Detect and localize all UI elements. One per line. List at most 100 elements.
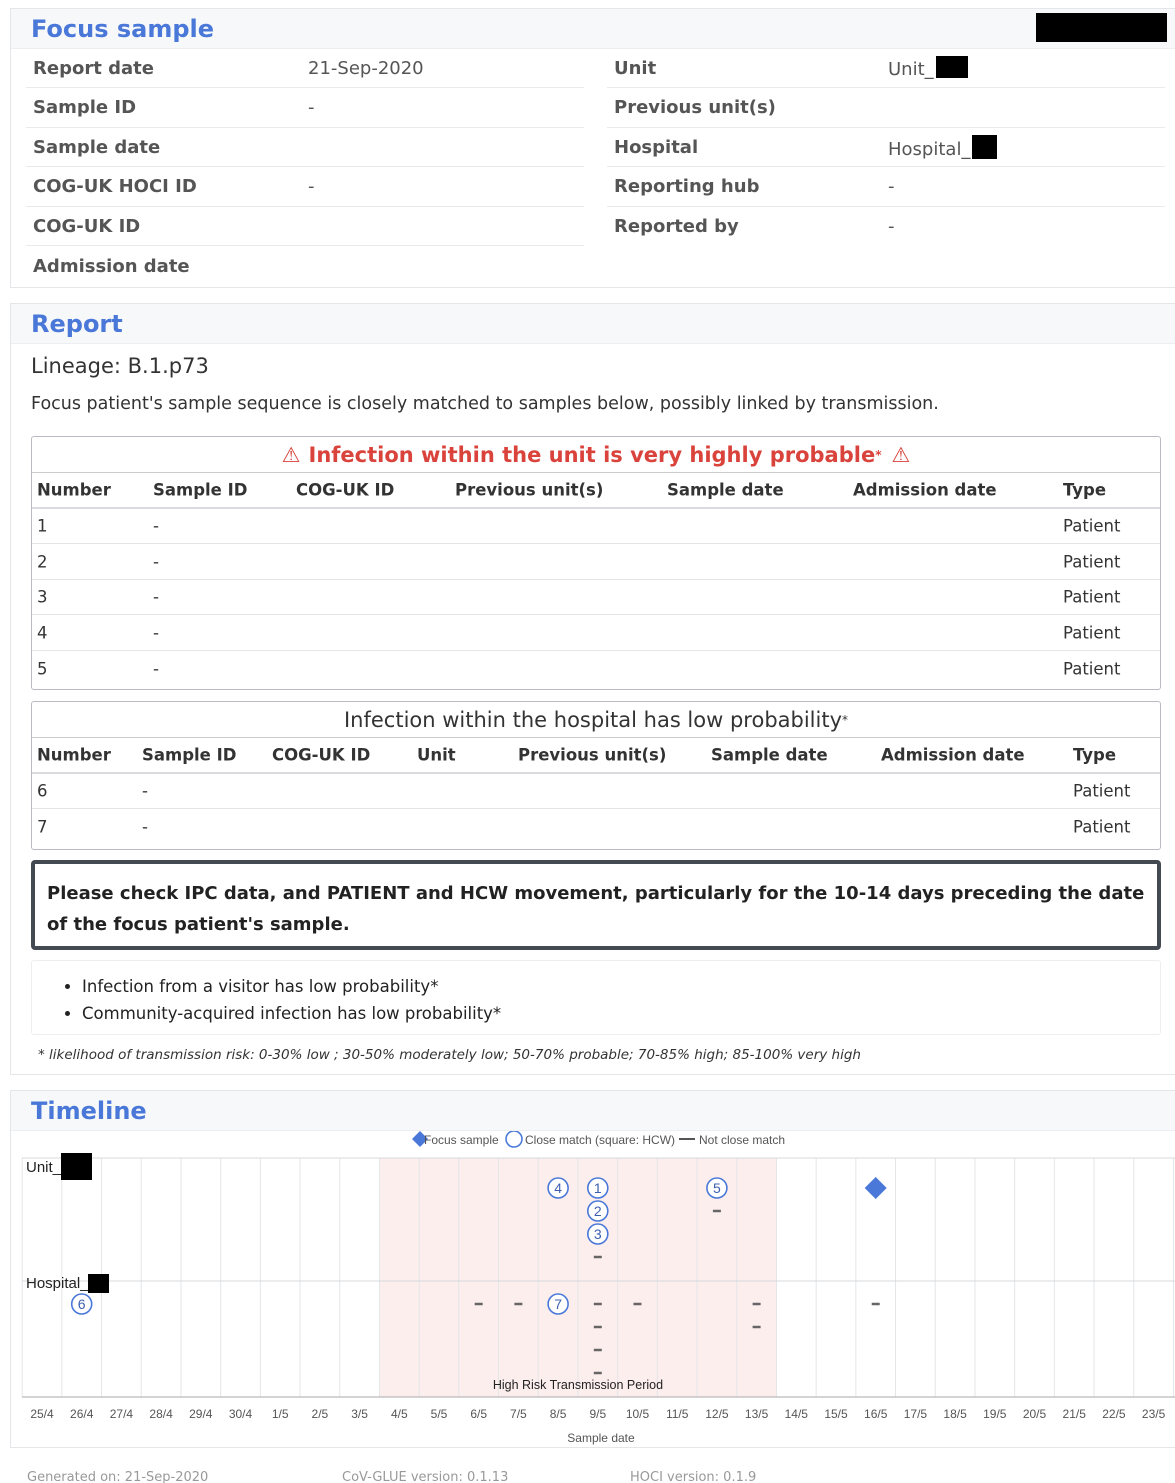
focus-field-row: Report date 21-Sep-2020 [26,49,584,88]
table-row: 6 - Patient [32,774,1160,809]
x-tick-label: 21/5 [1063,1407,1087,1421]
x-tick-label: 19/5 [983,1407,1007,1421]
focus-field-row: Reporting hub - [607,168,1165,207]
column-header: Sample ID [142,745,237,765]
column-header: Number [37,480,111,500]
x-tick-label: 1/5 [272,1407,289,1421]
list-item: Infection from a visitor has low probabi… [82,973,1160,1000]
column-header: Admission date [853,480,997,500]
field-label: Previous unit(s) [614,97,776,118]
field-label: COG-UK ID [33,215,141,237]
table-cell: - [142,817,148,837]
warning-icon: ⚠ [891,442,911,467]
field-label: Sample date [33,136,161,158]
column-header: Unit [417,745,456,765]
timeline-title: Timeline [31,1096,147,1125]
x-tick-label: 26/4 [70,1407,94,1421]
close-match-number: 2 [594,1203,602,1219]
table-header: Number Sample ID COG-UK ID Previous unit(s)… [32,473,1160,509]
table-row: 1 - Patient [32,509,1160,544]
x-tick-label: 20/5 [1023,1407,1047,1421]
hoci-version: HOCI version: 0.1.9 [630,1470,757,1483]
x-tick-label: 15/5 [824,1407,848,1421]
x-tick-label: 11/5 [666,1407,689,1421]
x-tick-label: 14/5 [785,1407,809,1421]
legend-not-close-label: Not close match [699,1133,785,1147]
x-tick-label: 9/5 [589,1407,606,1421]
table-cell: Patient [1073,817,1131,837]
x-tick-label: 16/5 [864,1407,888,1421]
timeline-card: Timeline Focus sample Close match (square… [10,1090,1175,1448]
table-row: 4 - Patient [32,616,1160,651]
column-header: Previous unit(s) [518,745,667,765]
probability-bullets: Infection from a visitor has low probabi… [31,960,1161,1035]
table-cell: 4 [37,623,48,642]
table-cell: - [153,552,159,571]
field-label: Unit [614,57,657,79]
table-cell: Patient [1063,587,1121,607]
field-value: Hospital_ [888,138,971,160]
close-match-number: 6 [78,1296,86,1312]
close-match-number: 7 [554,1296,562,1312]
ipc-notice: Please check IPC data, and PATIENT and H… [31,860,1161,950]
column-header: Type [1073,745,1117,765]
x-tick-label: 12/5 [705,1407,729,1421]
column-header: Sample date [667,480,784,500]
redacted-block [935,56,968,78]
caption-text: Infection within the hospital has low pr… [343,707,843,732]
x-tick-label: 13/5 [745,1407,769,1421]
table-cell: - [142,781,148,801]
column-header: Sample date [711,745,828,765]
table-cell: Patient [1063,659,1121,678]
focus-field-row: Unit Unit_ [607,49,1165,88]
x-tick-label: 7/5 [510,1407,527,1421]
list-item: Community-acquired infection has low pro… [82,1000,1160,1027]
field-value: - [888,216,895,237]
x-tick-label: 28/4 [149,1407,173,1421]
generated-date: Generated on: 21-Sep-2020 [27,1470,209,1483]
column-header: Type [1063,480,1107,500]
redacted-block [1036,13,1167,42]
table-cell: 1 [37,516,48,536]
table-cell: 3 [37,587,48,607]
x-tick-label: 4/5 [391,1407,408,1421]
x-tick-label: 17/5 [904,1407,928,1421]
column-header: COG-UK ID [296,480,395,500]
x-tick-label: 22/5 [1102,1407,1126,1421]
field-value: - [308,176,315,197]
table-cell: - [153,659,159,678]
close-match-number: 5 [713,1180,721,1196]
x-tick-label: 25/4 [30,1407,54,1421]
column-header: COG-UK ID [272,745,371,765]
row-label-unit: Unit_ [26,1159,62,1176]
table-cell: 6 [37,781,48,801]
likelihood-footnote: * likelihood of transmission risk: 0-30%… [38,1047,861,1063]
table-cell: - [153,587,159,607]
report-card: Report Lineage: B.1.p73 Focus patient's … [10,303,1175,1075]
report-header: Report [11,304,1175,344]
report-subtitle: Focus patient's sample sequence is close… [31,394,939,414]
table-cell: Patient [1063,516,1121,536]
field-label: Sample ID [33,97,137,118]
focus-sample-header: Focus sample [11,9,1175,49]
focus-sample-card: Focus sample Report date 21-Sep-2020 Sampl… [10,8,1175,288]
redacted-block [61,1153,92,1180]
table-header: Number Sample ID COG-UK ID Unit Previous uni… [32,738,1160,774]
column-header: Sample ID [153,480,248,500]
column-header: Admission date [881,745,1025,765]
focus-field-row: Hospital Hospital_ [607,128,1165,167]
column-header: Number [37,745,111,765]
focus-field-row: COG-UK HOCI ID - [26,168,584,207]
warning-icon: ⚠ [281,442,301,467]
field-value: - [888,176,895,197]
table-cell: 7 [37,817,48,837]
x-tick-label: 6/5 [470,1407,487,1421]
focus-field-row: Sample ID - [26,89,584,128]
x-axis-label: Sample date [567,1431,635,1445]
table-row: 5 - Patient [32,651,1160,686]
column-header: Previous unit(s) [455,480,604,500]
focus-field-row: Sample date [26,128,584,167]
field-label: Reporting hub [614,176,760,197]
legend-focus-label: Focus sample [424,1133,499,1147]
field-label: Admission date [33,255,190,277]
